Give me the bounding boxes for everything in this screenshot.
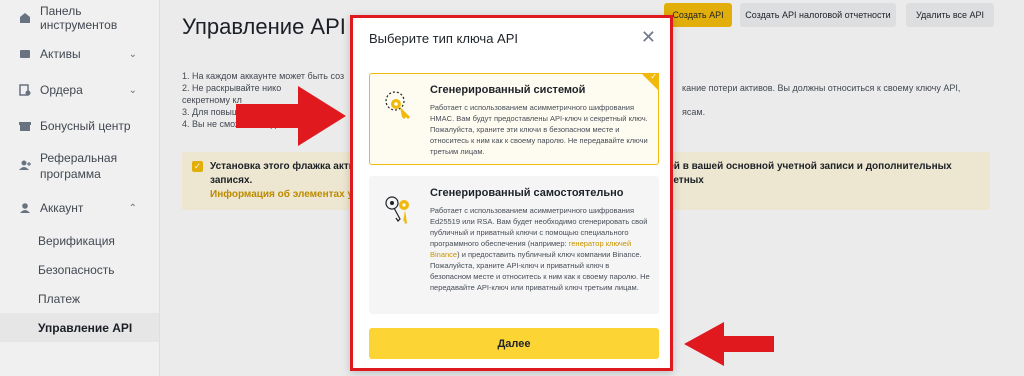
- option-description: Работает с использованием асимметричного…: [430, 103, 648, 156]
- modal-title: Выберите тип ключа API: [369, 31, 519, 46]
- option-self-generated[interactable]: Сгенерированный самостоятельно Работает …: [369, 176, 659, 314]
- keys-icon: [385, 196, 409, 224]
- red-arrow-left-icon: [684, 322, 774, 366]
- key-icon: [385, 91, 410, 119]
- api-key-type-modal: Выберите тип ключа API ✕ ✓ Сгенерированн…: [350, 15, 673, 371]
- option-description-text: ) и предоставить публичный ключ компании…: [430, 250, 650, 292]
- close-icon[interactable]: ✕: [641, 27, 656, 48]
- option-title: Сгенерированный самостоятельно: [430, 187, 624, 199]
- option-system-generated[interactable]: ✓ Сгенерированный системой Работает с ис…: [369, 72, 659, 165]
- next-button[interactable]: Далее: [369, 328, 659, 359]
- option-description: Работает с использованием асимметричного…: [430, 205, 652, 293]
- option-title: Сгенерированный системой: [430, 84, 586, 96]
- red-arrow-right-icon: [236, 86, 346, 146]
- check-icon: ✓: [650, 72, 657, 81]
